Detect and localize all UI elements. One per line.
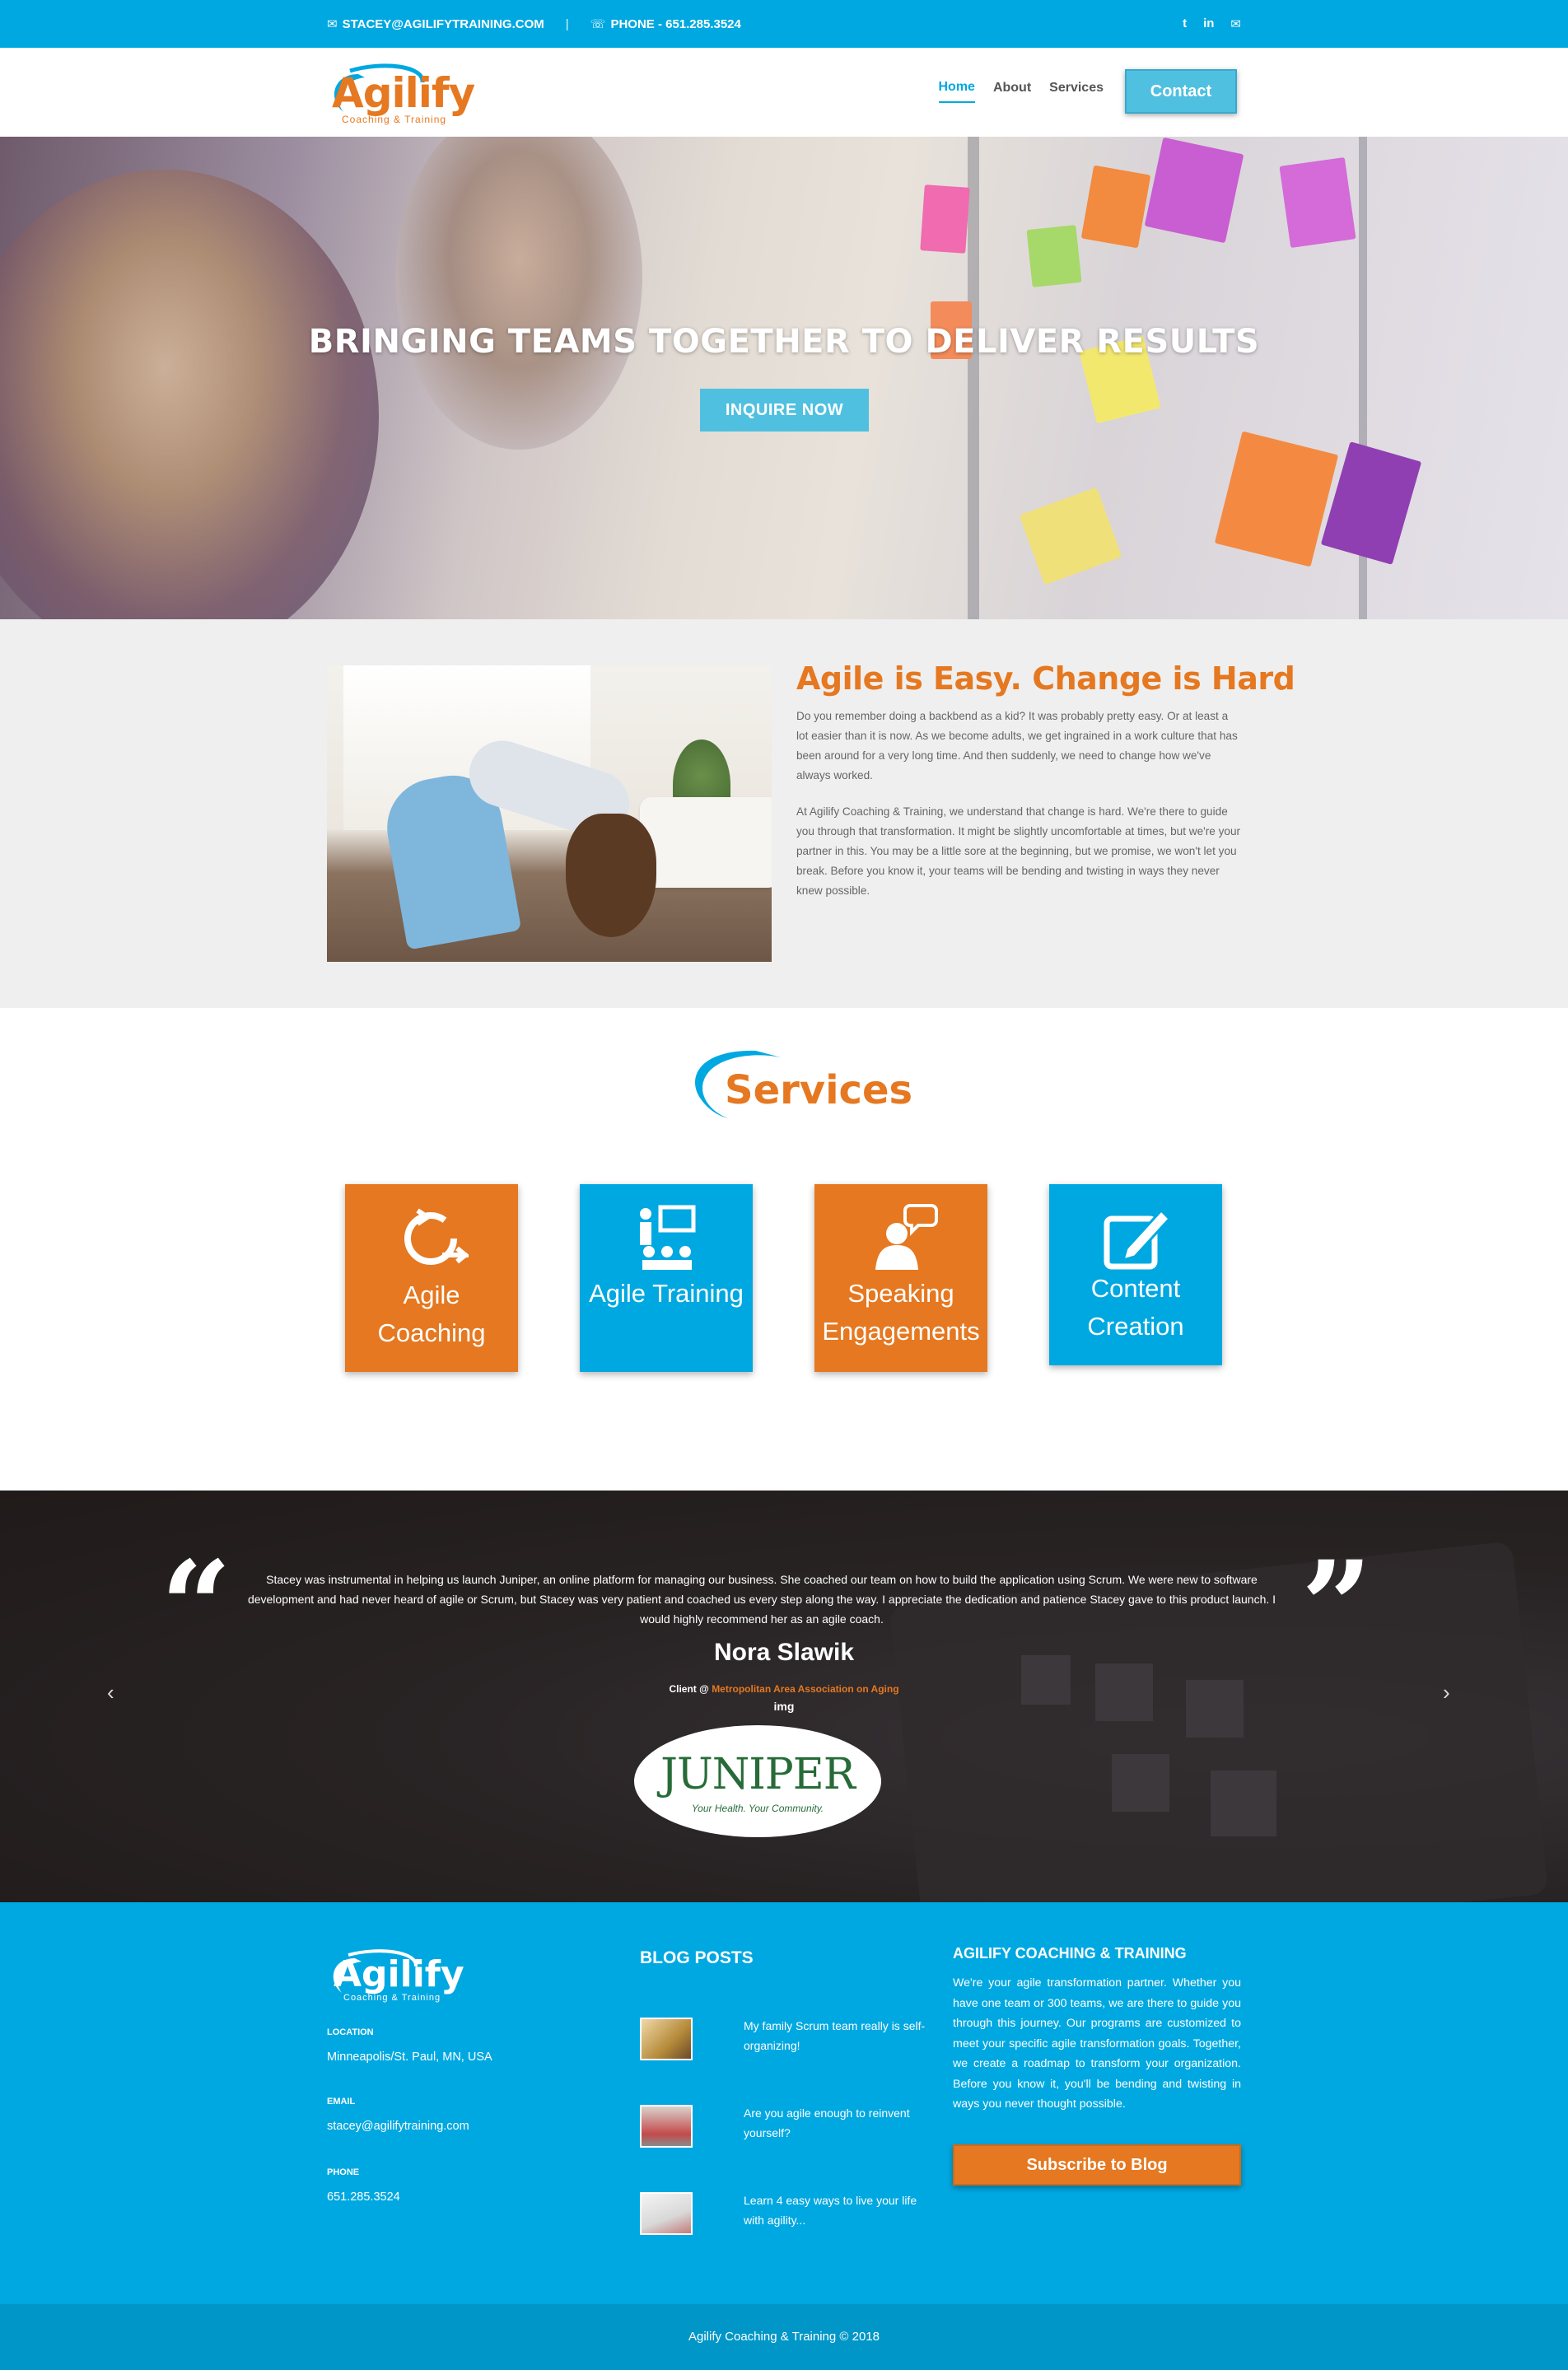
contact-button[interactable]: Contact (1125, 69, 1237, 114)
backbend-photo (327, 665, 772, 962)
sticky-note (1144, 137, 1244, 244)
footer-logo[interactable]: Agilify Coaching & Training (325, 1945, 465, 2011)
edit-icon (1049, 1202, 1222, 1273)
services-title: Services (725, 1067, 913, 1113)
sticky-note (1019, 487, 1122, 586)
presentation-icon (580, 1202, 753, 1273)
topbar-phone-link[interactable]: PHONE - 651.285.3524 (610, 17, 740, 31)
testimonial-org-link[interactable]: Metropolitan Area Association on Aging (712, 1683, 898, 1695)
blog-post-link-1[interactable]: My family Scrum team really is self-orga… (744, 2016, 933, 2055)
carousel-prev-icon[interactable]: ‹ (107, 1680, 114, 1705)
blog-post-link-2[interactable]: Are you agile enough to reinvent yoursel… (744, 2103, 933, 2143)
agilify-logo[interactable]: Agilify Coaching & Training (325, 58, 475, 130)
site-footer: Agilify Coaching & Training LOCATION Min… (0, 1902, 1568, 2304)
image-alt-text: img (773, 1700, 795, 1713)
testimonial-name: Nora Slawik (713, 1639, 855, 1666)
testimonial-role: Client @ Metropolitan Area Association o… (669, 1683, 899, 1695)
service-label: Engagements (822, 1317, 980, 1346)
linkedin-icon[interactable]: in (1203, 16, 1214, 31)
service-card-agile-coaching[interactable]: Agile Coaching (345, 1184, 518, 1372)
company-heading: AGILIFY COACHING & TRAINING (953, 1945, 1187, 1962)
juniper-logo: JUNIPER Your Health. Your Community. (634, 1725, 881, 1837)
top-bar: ✉ STACEY@AGILIFYTRAINING.COM | ☏ PHONE -… (0, 0, 1568, 48)
service-card-content-creation[interactable]: Content Creation (1049, 1184, 1222, 1365)
carousel-next-icon[interactable]: › (1443, 1680, 1450, 1705)
footer-email-link[interactable]: stacey@agilifytraining.com (327, 2120, 469, 2133)
testimonial-quote: Stacey was instrumental in helping us la… (247, 1573, 1276, 1626)
about-paragraph-2: At Agilify Coaching & Training, we under… (796, 805, 1241, 897)
sticky-note (1080, 165, 1151, 249)
hero-banner: BRINGING TEAMS TOGETHER TO DELIVER RESUL… (0, 137, 1568, 619)
nav-services[interactable]: Services (1049, 81, 1104, 102)
location-label: LOCATION (327, 2027, 374, 2037)
nav-about[interactable]: About (993, 81, 1031, 102)
footer-logo-tagline: Coaching & Training (343, 1993, 441, 2003)
hero-person-man (395, 137, 642, 450)
social-links: t in ✉ (1183, 16, 1241, 31)
service-card-speaking[interactable]: Speaking Engagements (814, 1184, 987, 1372)
topbar-email-link[interactable]: STACEY@AGILIFYTRAINING.COM (343, 17, 544, 31)
service-label: Agile Training (589, 1279, 744, 1308)
service-label: Speaking (847, 1279, 954, 1308)
juniper-logo-wordmark: JUNIPER (660, 1750, 856, 1799)
twitter-icon[interactable]: t (1183, 16, 1187, 31)
about-title: Agile is Easy. Change is Hard (796, 660, 1295, 697)
blog-thumb-3[interactable] (640, 2192, 693, 2235)
sticky-note (1214, 431, 1339, 567)
inquire-now-button[interactable]: INQUIRE NOW (700, 389, 869, 432)
hero-headline: BRINGING TEAMS TOGETHER TO DELIVER RESUL… (308, 323, 1260, 361)
footer-logo-wordmark: Agilify (334, 1953, 464, 1995)
logo-tagline: Coaching & Training (342, 114, 447, 125)
about-paragraph-1: Do you remember doing a backbend as a ki… (796, 710, 1238, 781)
service-label: Creation (1087, 1312, 1184, 1341)
service-label: Content (1090, 1274, 1181, 1303)
envelope-icon: ✉ (327, 17, 338, 31)
topbar-separator: | (565, 16, 569, 31)
footer-phone-link[interactable]: 651.285.3524 (327, 2190, 400, 2204)
site-header (0, 48, 1568, 137)
subscribe-button[interactable]: Subscribe to Blog (953, 2144, 1241, 2186)
blog-thumb-2[interactable] (640, 2105, 693, 2148)
hero-person-woman (0, 170, 379, 619)
sticky-note (1026, 225, 1082, 287)
phone-icon: ☏ (590, 17, 606, 31)
sticky-note (1279, 156, 1356, 249)
copyright: Agilify Coaching & Training © 2018 (0, 2304, 1568, 2370)
email-label: EMAIL (327, 2097, 356, 2106)
nav-home[interactable]: Home (938, 80, 975, 103)
service-label: Coaching (377, 1318, 486, 1347)
speaker-icon (814, 1202, 987, 1273)
main-nav: Home About Services Contact (921, 69, 1237, 114)
about-section: Agile is Easy. Change is Hard Do you rem… (0, 619, 1568, 1008)
services-section: Services Agile Coaching Agile Training S… (0, 1008, 1568, 1491)
juniper-logo-tagline: Your Health. Your Community. (691, 1803, 824, 1814)
service-card-agile-training[interactable]: Agile Training (580, 1184, 753, 1372)
logo-wordmark: Agilify (332, 69, 475, 117)
blog-posts-heading: BLOG POSTS (640, 1948, 754, 1967)
phone-label: PHONE (327, 2167, 360, 2177)
company-description: We're your agile transformation partner.… (953, 1976, 1241, 2111)
agile-cycle-icon (345, 1202, 518, 1273)
blog-post-link-3[interactable]: Learn 4 easy ways to live your life with… (744, 2190, 933, 2230)
window-frame (968, 137, 979, 619)
location-value: Minneapolis/St. Paul, MN, USA (327, 2050, 492, 2064)
testimonial-section: “ ” Stacey was instrumental in helping u… (0, 1491, 1568, 1902)
services-heading: Services (682, 1046, 912, 1128)
blog-thumb-1[interactable] (640, 2018, 693, 2060)
service-label: Agile (403, 1281, 460, 1309)
email-icon[interactable]: ✉ (1230, 16, 1241, 31)
sticky-note (920, 184, 970, 254)
